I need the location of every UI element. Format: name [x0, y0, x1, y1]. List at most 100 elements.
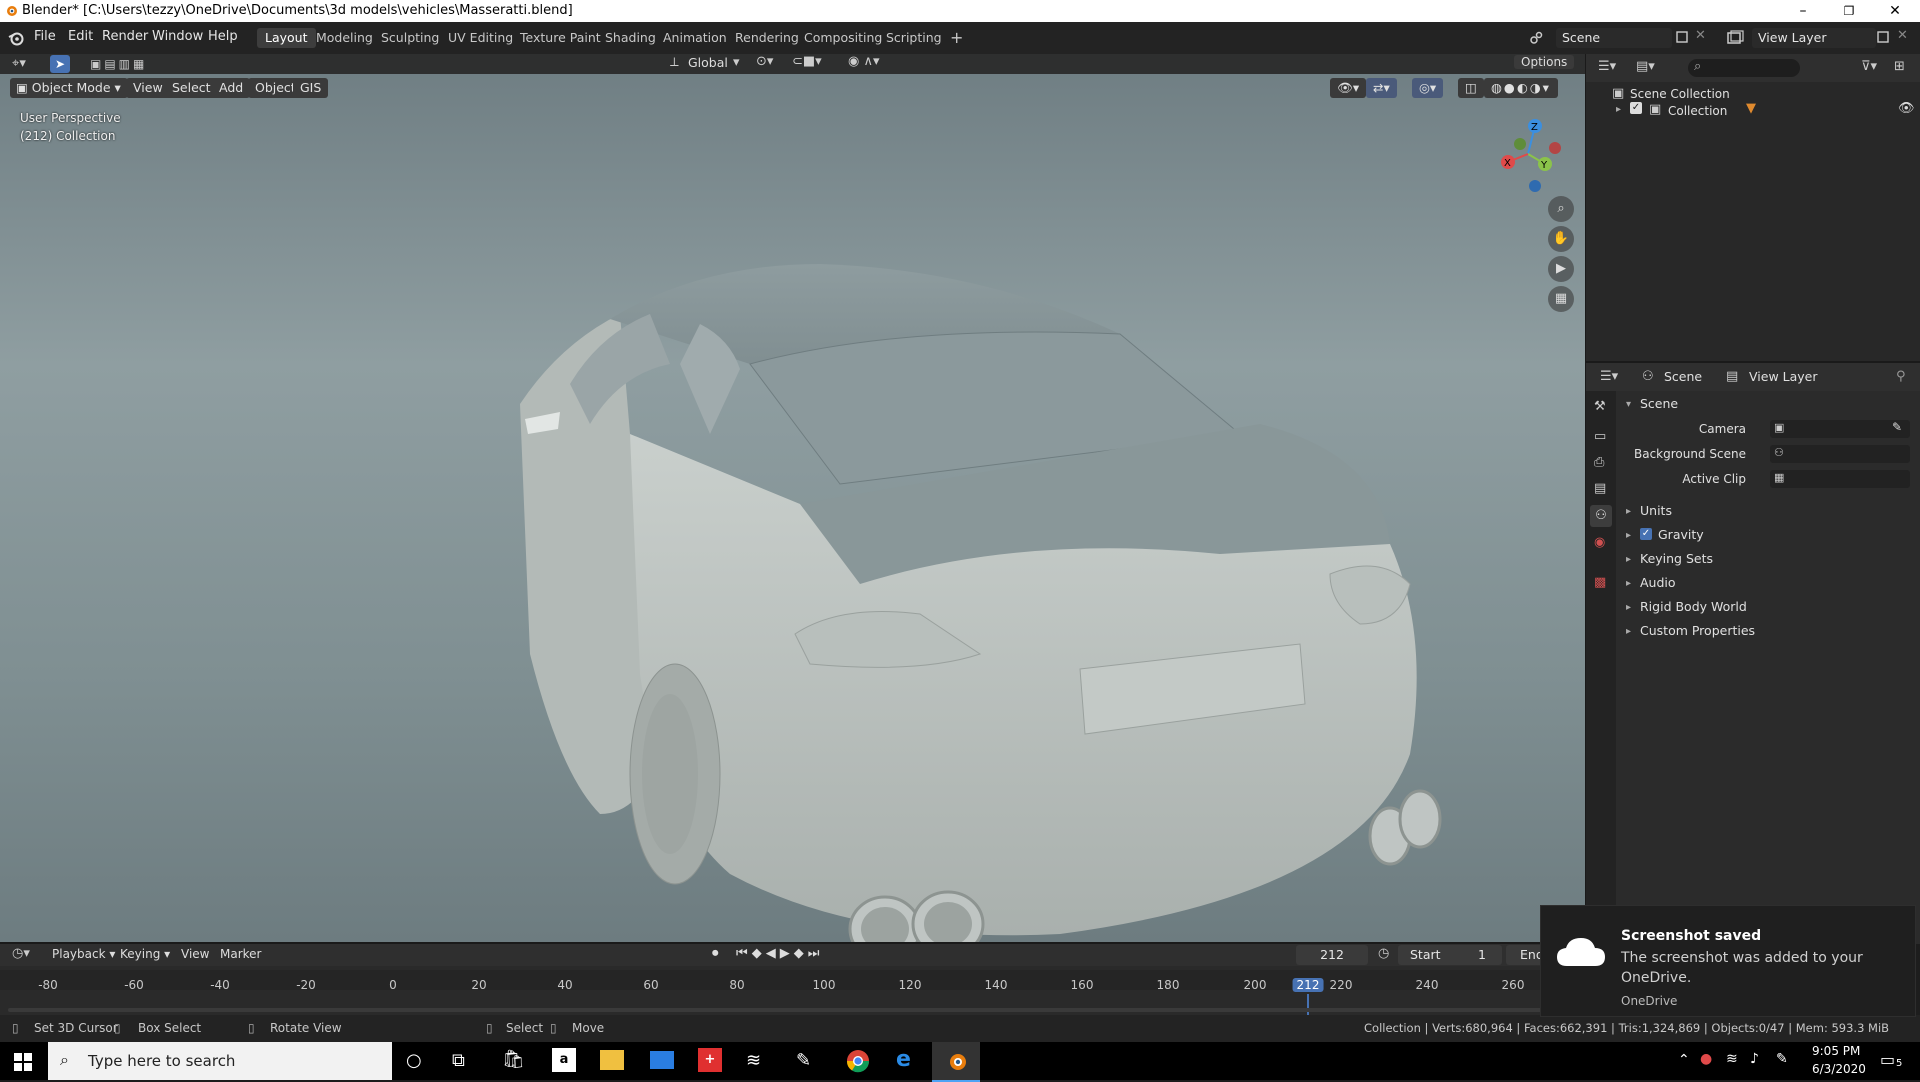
- tab-compositing[interactable]: Compositing: [796, 28, 890, 48]
- tab-layout[interactable]: Layout: [257, 28, 316, 48]
- panel-expand-icon[interactable]: ▾: [1626, 399, 1631, 410]
- playhead-frame-indicator[interactable]: 212: [1292, 978, 1324, 992]
- collection-label[interactable]: Collection: [1668, 104, 1727, 118]
- store-icon[interactable]: 🛍: [502, 1049, 525, 1070]
- playback-controls-icons[interactable]: ⏮◆◀▶◆⏭: [736, 946, 823, 961]
- selection-mode-icons[interactable]: ▣▤▥▦: [90, 57, 172, 71]
- gravity-expand-icon[interactable]: ▸: [1626, 530, 1631, 541]
- custom-properties-expand-icon[interactable]: ▸: [1626, 626, 1631, 637]
- expand-arrow-icon[interactable]: ▸: [1616, 104, 1621, 115]
- start-frame-field[interactable]: Start 1: [1398, 945, 1502, 965]
- outliner-editor-type-icon[interactable]: ☰▾: [1598, 59, 1616, 74]
- show-hidden-icons-chevron[interactable]: ⌃: [1678, 1052, 1690, 1068]
- keying-menu[interactable]: Keying ▾: [120, 947, 170, 961]
- camera-view-icon[interactable]: ▶: [1548, 256, 1574, 282]
- output-tab-icon[interactable]: ⎙: [1594, 455, 1604, 470]
- object-mode-dropdown[interactable]: ▣ Object Mode ▾: [10, 78, 128, 98]
- tab-scripting[interactable]: Scripting: [878, 28, 950, 48]
- shading-mode-icons[interactable]: ◍●◐◑▾: [1484, 78, 1558, 98]
- edge-icon[interactable]: e: [896, 1047, 911, 1072]
- amazon-icon[interactable]: a: [552, 1048, 576, 1072]
- navigation-gizmo[interactable]: Z Y X: [1490, 114, 1570, 194]
- menu-help[interactable]: Help: [208, 29, 238, 44]
- view-menu[interactable]: View: [126, 78, 170, 98]
- snap-icon[interactable]: ⊂■▾: [792, 54, 822, 69]
- new-collection-icon[interactable]: ⊞: [1894, 59, 1905, 74]
- restore-button[interactable]: ❐: [1826, 0, 1872, 22]
- units-section[interactable]: Units: [1640, 503, 1672, 518]
- tab-shading[interactable]: Shading: [597, 28, 664, 48]
- chrome-icon[interactable]: [846, 1049, 870, 1073]
- audio-expand-icon[interactable]: ▸: [1626, 578, 1631, 589]
- gravity-section[interactable]: Gravity: [1658, 527, 1704, 542]
- view-layer-breadcrumb[interactable]: View Layer: [1749, 369, 1818, 384]
- record-icon[interactable]: ⏺: [712, 946, 719, 961]
- tab-uv-editing[interactable]: UV Editing: [440, 28, 521, 48]
- pin-icon[interactable]: ⚲: [1896, 369, 1906, 384]
- scene-properties-tab-icon[interactable]: ⚇: [1590, 505, 1612, 527]
- keying-sets-section[interactable]: Keying Sets: [1640, 551, 1713, 566]
- gis-menu[interactable]: GIS: [293, 78, 329, 98]
- scene-panel-title[interactable]: Scene: [1640, 396, 1678, 411]
- view-layer-tab-button-icon[interactable]: ▤: [1594, 481, 1606, 496]
- render-tab-icon[interactable]: ▭: [1594, 429, 1606, 444]
- keying-sets-expand-icon[interactable]: ▸: [1626, 554, 1631, 565]
- tab-rendering[interactable]: Rendering: [727, 28, 807, 48]
- proportional-edit-icon[interactable]: ◉ ∧▾: [848, 54, 880, 69]
- tab-modeling[interactable]: Modeling: [308, 28, 381, 48]
- filter-icon[interactable]: ⊽▾: [1861, 59, 1877, 74]
- properties-editor-type-icon[interactable]: ☰▾: [1600, 369, 1618, 384]
- pan-hand-icon[interactable]: ✋: [1548, 226, 1574, 252]
- playhead-line[interactable]: [1307, 994, 1309, 1016]
- rigid-body-world-section[interactable]: Rigid Body World: [1640, 599, 1747, 614]
- texture-tab-icon[interactable]: ▩: [1594, 575, 1606, 590]
- background-scene-field[interactable]: ⚇: [1770, 445, 1910, 463]
- scene-icon[interactable]: [1527, 28, 1547, 48]
- add-workspace-button[interactable]: +: [942, 28, 971, 48]
- select-tool-icon[interactable]: ➤: [50, 55, 70, 73]
- blender-menu-icon[interactable]: [8, 30, 24, 46]
- scene-selector[interactable]: Scene: [1556, 28, 1672, 48]
- menu-edit[interactable]: Edit: [68, 29, 93, 44]
- current-frame-field[interactable]: 212: [1296, 945, 1368, 965]
- gravity-checkbox[interactable]: ✓: [1640, 528, 1652, 540]
- scene-breadcrumb[interactable]: Scene: [1664, 369, 1702, 384]
- custom-properties-section[interactable]: Custom Properties: [1640, 623, 1755, 638]
- editor-type-icon[interactable]: ⌖▾: [12, 56, 26, 71]
- network-icon[interactable]: ≋: [1726, 1051, 1738, 1067]
- cortana-icon[interactable]: ○: [406, 1050, 422, 1071]
- transform-orientation-dropdown[interactable]: Global: [688, 55, 728, 70]
- playback-menu[interactable]: Playback ▾: [52, 947, 115, 961]
- delete-scene-icon[interactable]: ✕: [1695, 28, 1706, 43]
- menu-window[interactable]: Window: [152, 29, 203, 44]
- close-button[interactable]: ✕: [1872, 0, 1918, 22]
- task-view-icon[interactable]: ⧉: [452, 1050, 465, 1071]
- visibility-icon[interactable]: 👁▾: [1330, 78, 1367, 98]
- eye-icon[interactable]: 👁: [1898, 101, 1915, 116]
- volume-icon[interactable]: ♪: [1750, 1051, 1759, 1067]
- stopwatch-icon[interactable]: ◷: [1378, 946, 1389, 961]
- options-button[interactable]: Options: [1514, 55, 1575, 69]
- scene-collection-label[interactable]: Scene Collection: [1630, 87, 1730, 101]
- layers-app-icon[interactable]: ≋: [746, 1050, 761, 1071]
- taskbar-clock-time[interactable]: 9:05 PM: [1812, 1044, 1860, 1058]
- view-layer-selector[interactable]: View Layer: [1752, 28, 1876, 48]
- tab-animation[interactable]: Animation: [655, 28, 735, 48]
- new-view-layer-icon[interactable]: [1876, 30, 1890, 44]
- xray-icon[interactable]: ◫: [1458, 78, 1484, 98]
- menu-file[interactable]: File: [34, 29, 56, 44]
- action-center-icon[interactable]: ▭: [1880, 1050, 1895, 1069]
- perspective-grid-icon[interactable]: ▦: [1548, 286, 1574, 312]
- tab-texture-paint[interactable]: Texture Paint: [512, 28, 609, 48]
- timeline-scrollbar[interactable]: [8, 1008, 1578, 1012]
- gizmo-toggle-icon[interactable]: ⇄▾: [1366, 78, 1397, 98]
- taskbar-search-box[interactable]: ⌕ Type here to search: [48, 1042, 392, 1080]
- pivot-point-icon[interactable]: ⊙▾: [756, 54, 773, 69]
- zoom-icon[interactable]: ⌕: [1548, 196, 1574, 222]
- timeline-view-menu[interactable]: View: [181, 947, 209, 961]
- marker-menu[interactable]: Marker: [220, 947, 261, 961]
- display-mode-icon[interactable]: ▤▾: [1636, 59, 1655, 74]
- tray-app-icon[interactable]: ●: [1700, 1051, 1712, 1067]
- active-clip-field[interactable]: ▦: [1770, 470, 1910, 488]
- camera-field[interactable]: ▣ ✎: [1770, 420, 1910, 438]
